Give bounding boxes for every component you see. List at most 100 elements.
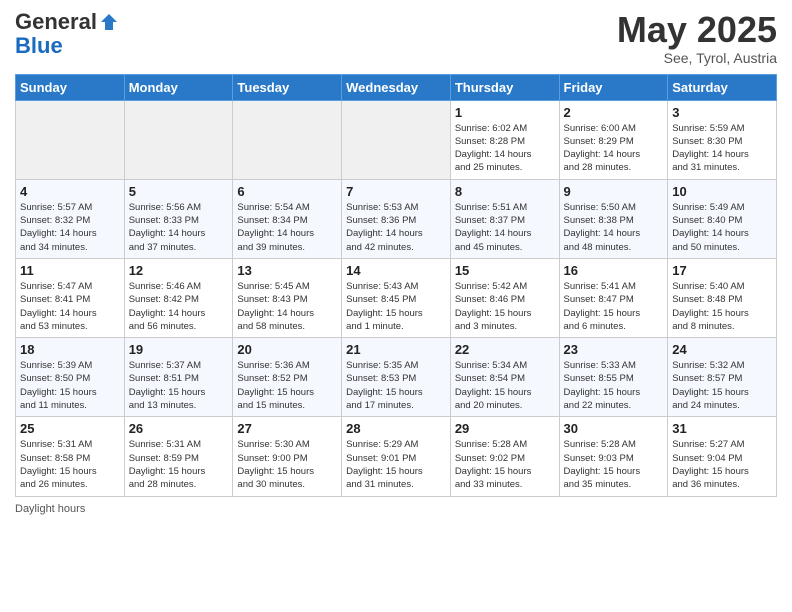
- day-number: 13: [237, 263, 337, 278]
- day-number: 23: [564, 342, 664, 357]
- calendar-cell: 22Sunrise: 5:34 AMSunset: 8:54 PMDayligh…: [450, 338, 559, 417]
- calendar-cell: 23Sunrise: 5:33 AMSunset: 8:55 PMDayligh…: [559, 338, 668, 417]
- day-number: 5: [129, 184, 229, 199]
- calendar-cell: 29Sunrise: 5:28 AMSunset: 9:02 PMDayligh…: [450, 417, 559, 496]
- day-info: Sunrise: 5:53 AMSunset: 8:36 PMDaylight:…: [346, 201, 446, 254]
- calendar-cell: 27 Sunrise: 5:30 AMSunset: 9:00 PMDayligh…: [233, 417, 342, 496]
- day-info: Sunrise: 6:00 AMSunset: 8:29 PMDaylight:…: [564, 122, 664, 175]
- day-number: 27: [237, 421, 337, 436]
- day-number: 11: [20, 263, 120, 278]
- day-number: 28: [346, 421, 446, 436]
- day-info: Sunrise: 5:31 AMSunset: 8:58 PMDaylight:…: [20, 438, 120, 491]
- day-info: Sunrise: 5:59 AMSunset: 8:30 PMDaylight:…: [672, 122, 772, 175]
- calendar-week-row: 11 Sunrise: 5:47 AMSunset: 8:41 PMDayligh…: [16, 258, 777, 337]
- day-info: Sunrise: 5:27 AMSunset: 9:04 PMDaylight:…: [672, 438, 772, 491]
- day-info: Sunrise: 5:31 AMSunset: 8:59 PMDaylight:…: [129, 438, 229, 491]
- day-info: Sunrise: 5:34 AMSunset: 8:54 PMDaylight:…: [455, 359, 555, 412]
- day-info: Sunrise: 5:32 AMSunset: 8:57 PMDaylight:…: [672, 359, 772, 412]
- day-number: 31: [672, 421, 772, 436]
- calendar-cell: 26 Sunrise: 5:31 AMSunset: 8:59 PMDayligh…: [124, 417, 233, 496]
- calendar-cell: 18 Sunrise: 5:39 AMSunset: 8:50 PMDayligh…: [16, 338, 125, 417]
- calendar-cell: 31 Sunrise: 5:27 AMSunset: 9:04 PMDayligh…: [668, 417, 777, 496]
- calendar-cell: 5Sunrise: 5:56 AMSunset: 8:33 PMDaylight…: [124, 179, 233, 258]
- month-title: May 2025: [617, 10, 777, 50]
- header: General Blue May 2025 See, Tyrol, Austri…: [15, 10, 777, 66]
- day-info: Sunrise: 5:37 AMSunset: 8:51 PMDaylight:…: [129, 359, 229, 412]
- calendar-header-monday: Monday: [124, 74, 233, 100]
- day-info: Sunrise: 5:35 AMSunset: 8:53 PMDaylight:…: [346, 359, 446, 412]
- calendar-cell: 12 Sunrise: 5:46 AMSunset: 8:42 PMDayligh…: [124, 258, 233, 337]
- calendar-cell: 14Sunrise: 5:43 AMSunset: 8:45 PMDayligh…: [342, 258, 451, 337]
- day-number: 7: [346, 184, 446, 199]
- day-number: 30: [564, 421, 664, 436]
- title-block: May 2025 See, Tyrol, Austria: [617, 10, 777, 66]
- logo: General Blue: [15, 10, 119, 58]
- day-number: 8: [455, 184, 555, 199]
- logo-icon: [99, 12, 119, 32]
- calendar-cell: 24 Sunrise: 5:32 AMSunset: 8:57 PMDayligh…: [668, 338, 777, 417]
- day-info: Sunrise: 6:02 AMSunset: 8:28 PMDaylight:…: [455, 122, 555, 175]
- calendar-header-wednesday: Wednesday: [342, 74, 451, 100]
- calendar-cell: 7 Sunrise: 5:53 AMSunset: 8:36 PMDaylight…: [342, 179, 451, 258]
- day-number: 9: [564, 184, 664, 199]
- calendar-cell: 15Sunrise: 5:42 AMSunset: 8:46 PMDayligh…: [450, 258, 559, 337]
- day-number: 21: [346, 342, 446, 357]
- day-info: Sunrise: 5:39 AMSunset: 8:50 PMDaylight:…: [20, 359, 120, 412]
- calendar-header-friday: Friday: [559, 74, 668, 100]
- calendar-cell: 28 Sunrise: 5:29 AMSunset: 9:01 PMDayligh…: [342, 417, 451, 496]
- calendar-table: SundayMondayTuesdayWednesdayThursdayFrid…: [15, 74, 777, 497]
- calendar-cell: 30Sunrise: 5:28 AMSunset: 9:03 PMDayligh…: [559, 417, 668, 496]
- calendar-cell: 3Sunrise: 5:59 AMSunset: 8:30 PMDaylight…: [668, 100, 777, 179]
- footer: Daylight hours: [15, 503, 777, 515]
- calendar-week-row: 4Sunrise: 5:57 AMSunset: 8:32 PMDaylight…: [16, 179, 777, 258]
- calendar-week-row: 18 Sunrise: 5:39 AMSunset: 8:50 PMDayligh…: [16, 338, 777, 417]
- day-number: 24: [672, 342, 772, 357]
- day-number: 25: [20, 421, 120, 436]
- calendar-cell: 2 Sunrise: 6:00 AMSunset: 8:29 PMDaylight…: [559, 100, 668, 179]
- calendar-week-row: 25 Sunrise: 5:31 AMSunset: 8:58 PMDayligh…: [16, 417, 777, 496]
- day-number: 17: [672, 263, 772, 278]
- day-info: Sunrise: 5:30 AMSunset: 9:00 PMDaylight:…: [237, 438, 337, 491]
- day-number: 19: [129, 342, 229, 357]
- calendar-cell: 9 Sunrise: 5:50 AMSunset: 8:38 PMDaylight…: [559, 179, 668, 258]
- day-info: Sunrise: 5:47 AMSunset: 8:41 PMDaylight:…: [20, 280, 120, 333]
- day-number: 16: [564, 263, 664, 278]
- calendar-cell: [233, 100, 342, 179]
- daylight-hours-label: Daylight hours: [15, 503, 85, 515]
- calendar-cell: 6Sunrise: 5:54 AMSunset: 8:34 PMDaylight…: [233, 179, 342, 258]
- calendar-cell: [342, 100, 451, 179]
- day-number: 26: [129, 421, 229, 436]
- calendar-cell: 21 Sunrise: 5:35 AMSunset: 8:53 PMDayligh…: [342, 338, 451, 417]
- day-number: 18: [20, 342, 120, 357]
- calendar-cell: 10 Sunrise: 5:49 AMSunset: 8:40 PMDayligh…: [668, 179, 777, 258]
- calendar-header-thursday: Thursday: [450, 74, 559, 100]
- day-number: 2: [564, 105, 664, 120]
- day-info: Sunrise: 5:45 AMSunset: 8:43 PMDaylight:…: [237, 280, 337, 333]
- calendar-cell: 11 Sunrise: 5:47 AMSunset: 8:41 PMDayligh…: [16, 258, 125, 337]
- day-number: 20: [237, 342, 337, 357]
- day-info: Sunrise: 5:43 AMSunset: 8:45 PMDaylight:…: [346, 280, 446, 333]
- calendar-header-row: SundayMondayTuesdayWednesdayThursdayFrid…: [16, 74, 777, 100]
- calendar-week-row: 1 Sunrise: 6:02 AMSunset: 8:28 PMDaylight…: [16, 100, 777, 179]
- calendar-cell: 17 Sunrise: 5:40 AMSunset: 8:48 PMDayligh…: [668, 258, 777, 337]
- calendar-cell: [16, 100, 125, 179]
- logo-blue: Blue: [15, 34, 119, 58]
- day-number: 15: [455, 263, 555, 278]
- day-number: 4: [20, 184, 120, 199]
- calendar-cell: 25 Sunrise: 5:31 AMSunset: 8:58 PMDayligh…: [16, 417, 125, 496]
- day-number: 10: [672, 184, 772, 199]
- day-info: Sunrise: 5:50 AMSunset: 8:38 PMDaylight:…: [564, 201, 664, 254]
- calendar-header-sunday: Sunday: [16, 74, 125, 100]
- location-subtitle: See, Tyrol, Austria: [617, 50, 777, 66]
- calendar-cell: 19 Sunrise: 5:37 AMSunset: 8:51 PMDayligh…: [124, 338, 233, 417]
- page: General Blue May 2025 See, Tyrol, Austri…: [0, 0, 792, 612]
- day-info: Sunrise: 5:40 AMSunset: 8:48 PMDaylight:…: [672, 280, 772, 333]
- day-info: Sunrise: 5:49 AMSunset: 8:40 PMDaylight:…: [672, 201, 772, 254]
- day-info: Sunrise: 5:46 AMSunset: 8:42 PMDaylight:…: [129, 280, 229, 333]
- day-info: Sunrise: 5:36 AMSunset: 8:52 PMDaylight:…: [237, 359, 337, 412]
- calendar-cell: [124, 100, 233, 179]
- day-number: 1: [455, 105, 555, 120]
- day-number: 6: [237, 184, 337, 199]
- day-number: 12: [129, 263, 229, 278]
- day-info: Sunrise: 5:29 AMSunset: 9:01 PMDaylight:…: [346, 438, 446, 491]
